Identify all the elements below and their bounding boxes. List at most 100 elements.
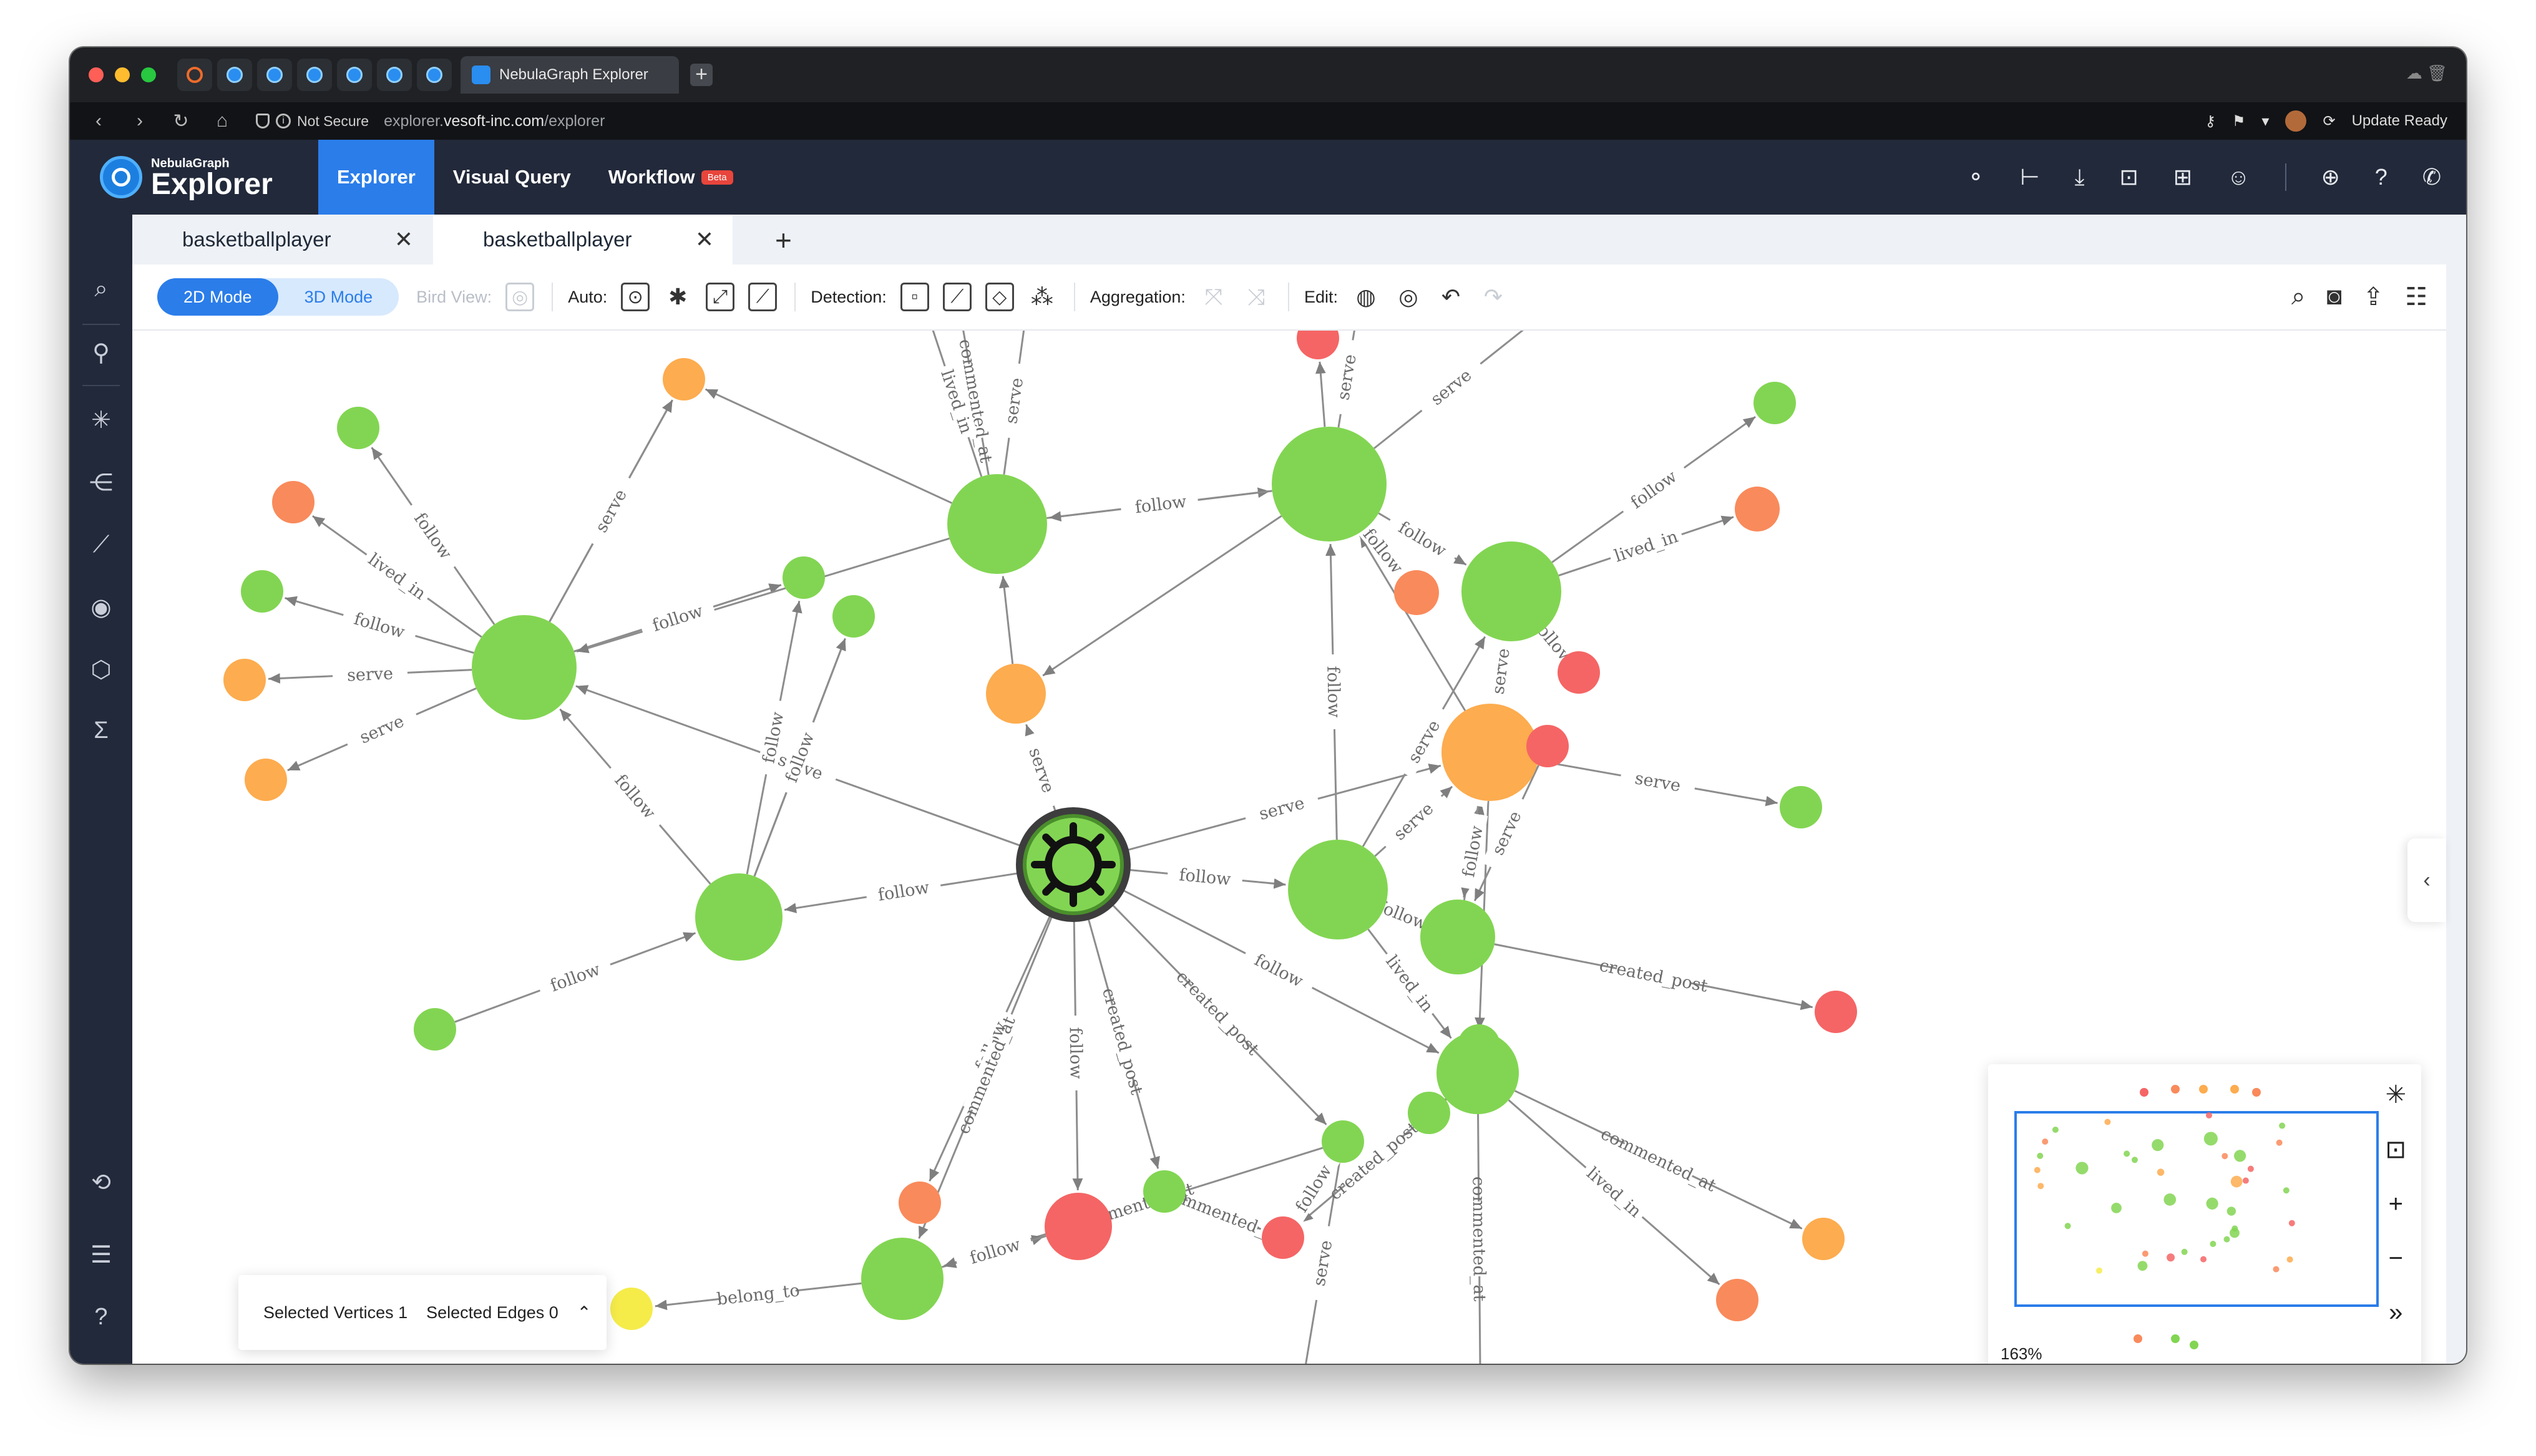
camera-icon[interactable]: ◙ [2326, 283, 2341, 311]
auto-path-icon[interactable]: ⤢ [706, 283, 735, 311]
collapse-panel-button[interactable]: ‹ [2407, 838, 2446, 922]
canvas-tab[interactable]: basketballplayer ✕ [132, 215, 432, 265]
pinned-tab[interactable] [337, 59, 372, 91]
graph-vertex[interactable] [1297, 331, 1339, 359]
bird-view-icon[interactable]: ◎ [505, 283, 535, 311]
graph-vertex[interactable] [899, 1182, 941, 1224]
import-icon[interactable]: ⤓ [2075, 164, 2085, 191]
selection-summary[interactable]: Selected Vertices 1 Selected Edges 0 ⌃ [238, 1275, 607, 1350]
chevron-up-icon[interactable]: ⌃ [577, 1303, 592, 1323]
browser-active-tab[interactable]: NebulaGraph Explorer [461, 56, 679, 94]
schema-icon[interactable]: ⚬ [1966, 164, 1985, 190]
update-icon[interactable]: ⟳ [2323, 112, 2335, 130]
graph-vertex[interactable] [663, 358, 705, 400]
dropdown-icon[interactable]: ▾ [2261, 112, 2269, 130]
graph-vertex[interactable] [1262, 1216, 1304, 1259]
help-icon[interactable]: ? [2375, 164, 2387, 190]
undo-icon[interactable]: ↶ [1436, 283, 1465, 311]
graph-vertex[interactable] [1458, 1024, 1500, 1067]
aggregate-icon[interactable]: ⤧ [1199, 283, 1228, 311]
graph-vertex[interactable] [1045, 1193, 1112, 1260]
graph-edge[interactable] [576, 537, 950, 653]
globe-icon[interactable]: ⊕ [2321, 164, 2340, 190]
connection-icon[interactable]: ✆ [2422, 164, 2441, 190]
tree-icon[interactable]: ⊢ [2020, 164, 2039, 190]
graph-vertex[interactable] [472, 615, 577, 720]
trash-icon[interactable]: ☁ 🗑 [2406, 64, 2447, 83]
security-indicator[interactable]: i Not Secure [256, 113, 369, 130]
eye-icon[interactable]: ◉ [84, 590, 118, 624]
graph-vertex[interactable] [610, 1288, 653, 1330]
profile-avatar[interactable] [2285, 110, 2307, 132]
layout-icon[interactable]: ⊞ [2173, 164, 2192, 190]
detect-loop-icon[interactable]: ◇ [985, 283, 1014, 311]
graph-edge[interactable] [998, 576, 1014, 664]
show-icon[interactable]: ◎ [1394, 283, 1423, 311]
auto-expand-icon[interactable]: ✱ [663, 283, 692, 311]
graph-vertex[interactable] [1394, 570, 1439, 615]
close-window-button[interactable] [89, 67, 104, 82]
pinned-tab[interactable] [177, 59, 212, 91]
table-icon[interactable]: ☷ [2405, 283, 2427, 311]
collapse-minimap-icon[interactable]: » [2389, 1299, 2402, 1327]
mode-3d-button[interactable]: 3D Mode [278, 278, 399, 316]
graph-vertex[interactable] [861, 1238, 944, 1320]
redo-icon[interactable]: ↷ [1479, 283, 1508, 311]
graph-edge[interactable] [705, 388, 953, 504]
graph-vertex[interactable] [1288, 840, 1388, 939]
graph-vertex[interactable] [1735, 487, 1780, 531]
disaggregate-icon[interactable]: ⤨ [1242, 283, 1270, 311]
sum-icon[interactable]: Σ [84, 714, 118, 747]
detect-edge-icon[interactable]: ⟋ [942, 283, 972, 311]
zoom-out-icon[interactable]: − [2389, 1245, 2403, 1273]
minimize-window-button[interactable] [115, 67, 130, 82]
graph-vertex[interactable] [1815, 991, 1857, 1033]
pinned-tab[interactable] [257, 59, 292, 91]
graph-vertex[interactable] [783, 556, 825, 599]
expand-icon[interactable]: ✳ [84, 403, 118, 437]
graph-vertex[interactable] [1526, 725, 1569, 767]
share-icon[interactable]: ⋲ [84, 465, 118, 499]
graph-vertex[interactable] [1802, 1218, 1845, 1260]
graph-vertex[interactable] [1780, 786, 1822, 828]
graph-vertex[interactable] [241, 570, 283, 613]
graph-vertex[interactable] [272, 481, 315, 523]
close-tab-icon[interactable]: ✕ [394, 226, 413, 253]
history-icon[interactable]: ⟲ [84, 1165, 118, 1199]
auto-fit-icon[interactable]: ⊙ [621, 283, 650, 311]
url-field[interactable]: explorer.vesoft-inc.com/explorer [384, 112, 605, 130]
graph-vertex[interactable] [245, 759, 287, 801]
graph-vertex[interactable] [1753, 382, 1796, 424]
key-icon[interactable]: ⚷ [2205, 112, 2216, 130]
graph-vertex[interactable] [1408, 1092, 1450, 1134]
update-label[interactable]: Update Ready [2352, 112, 2447, 130]
maximize-window-button[interactable] [141, 67, 156, 82]
settings-icon[interactable]: ⚙ [84, 1362, 118, 1364]
graph-vertex[interactable] [1716, 1279, 1758, 1321]
hexagon-icon[interactable]: ⬡ [84, 653, 118, 686]
list-icon[interactable]: ☰ [84, 1238, 118, 1271]
mode-2d-button[interactable]: 2D Mode [157, 278, 278, 316]
logo[interactable]: NebulaGraph Explorer [100, 156, 318, 199]
close-tab-icon[interactable]: ✕ [695, 226, 714, 253]
pinned-tab[interactable] [297, 59, 332, 91]
graph-vertex[interactable] [832, 595, 875, 638]
graph-vertex[interactable] [337, 407, 379, 449]
graph-vertex[interactable] [1143, 1170, 1186, 1213]
layout-icon[interactable]: ✳ [2385, 1080, 2406, 1109]
graph-vertex[interactable] [1272, 427, 1387, 541]
graph-vertex[interactable] [414, 1008, 456, 1051]
pinned-tab[interactable] [377, 59, 412, 91]
help-circle-icon[interactable]: ? [84, 1300, 118, 1334]
canvas-tab-active[interactable]: basketballplayer ✕ [433, 215, 733, 265]
graph-edge[interactable] [1042, 515, 1282, 677]
export-icon[interactable]: ⇪ [2363, 283, 2384, 311]
fit-view-icon[interactable]: ⊡ [2385, 1135, 2406, 1164]
filter-icon[interactable]: ⚲ [84, 336, 118, 369]
graph-vertex[interactable] [1441, 704, 1539, 801]
minimap-viewport[interactable] [2014, 1111, 2379, 1307]
path-icon[interactable]: ⟋ [84, 528, 118, 561]
console-icon[interactable]: ⊡ [2120, 164, 2139, 190]
graph-vertex[interactable] [986, 664, 1046, 724]
home-button[interactable]: ⌂ [210, 110, 235, 132]
